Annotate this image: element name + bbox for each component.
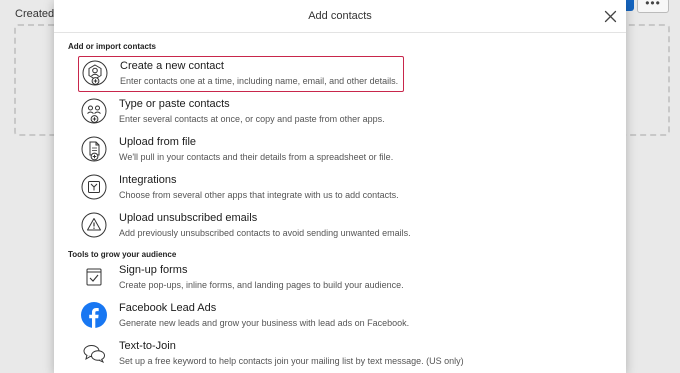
- upload-unsubscribed-option[interactable]: Upload unsubscribed emails Add previousl…: [78, 209, 411, 243]
- dialog-title: Add contacts: [308, 10, 372, 22]
- section-title-add-import: Add or import contacts: [68, 42, 157, 51]
- signup-form-icon: [86, 268, 102, 286]
- warning-icon: [81, 212, 107, 238]
- option-label: Type or paste contacts: [119, 98, 230, 110]
- facebook-lead-ads-option[interactable]: Facebook Lead Ads Generate new leads and…: [78, 299, 409, 333]
- facebook-icon: [81, 302, 107, 328]
- option-label: Create a new contact: [120, 60, 224, 72]
- more-options-button[interactable]: •••: [637, 0, 669, 13]
- option-description: Enter contacts one at a time, including …: [120, 76, 399, 86]
- contact-add-icon: [82, 60, 108, 86]
- signup-forms-option[interactable]: Sign-up forms Create pop-ups, inline for…: [78, 261, 404, 295]
- option-description: Choose from several other apps that inte…: [119, 190, 399, 200]
- file-upload-icon: [81, 136, 107, 162]
- integrations-option[interactable]: Integrations Choose from several other a…: [78, 171, 402, 205]
- section-title-grow-audience: Tools to grow your audience: [68, 250, 177, 259]
- create-contact-option[interactable]: Create a new contact Enter contacts one …: [78, 56, 404, 92]
- option-description: Set up a free keyword to help contacts j…: [119, 356, 464, 366]
- close-icon[interactable]: [604, 10, 617, 23]
- option-description: Add previously unsubscribed contacts to …: [119, 228, 411, 238]
- option-description: Enter several contacts at once, or copy …: [119, 114, 385, 124]
- option-label: Upload unsubscribed emails: [119, 212, 258, 224]
- option-description: Generate new leads and grow your busines…: [119, 318, 410, 328]
- option-label: Upload from file: [119, 136, 197, 148]
- chat-bubbles-icon: [83, 345, 105, 364]
- option-label: Facebook Lead Ads: [119, 302, 217, 314]
- option-description: We'll pull in your contacts and their de…: [119, 152, 394, 162]
- dialog-header: Add contacts: [54, 0, 626, 33]
- upload-file-option[interactable]: Upload from file We'll pull in your cont…: [78, 133, 402, 167]
- option-label: Text-to-Join: [119, 340, 176, 352]
- option-label: Sign-up forms: [119, 264, 188, 276]
- type-paste-contacts-option[interactable]: Type or paste contacts Enter several con…: [78, 95, 402, 129]
- text-to-join-option[interactable]: Text-to-Join Set up a free keyword to he…: [78, 337, 464, 371]
- integrations-icon: [81, 174, 107, 200]
- add-contacts-dialog: Add contacts Add or import contacts Crea…: [54, 0, 626, 373]
- option-label: Integrations: [119, 174, 177, 186]
- option-description: Create pop-ups, inline forms, and landin…: [119, 280, 404, 290]
- contacts-paste-icon: [81, 98, 107, 124]
